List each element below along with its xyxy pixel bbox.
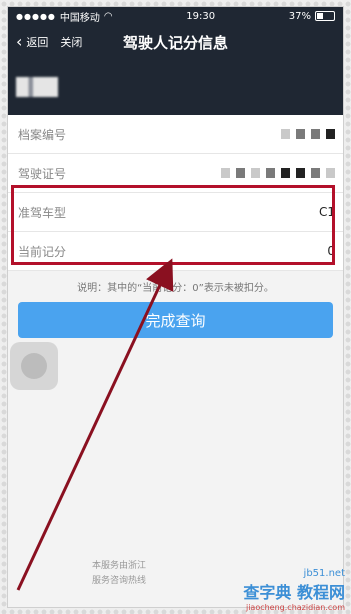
row-license-number: 驾驶证号 <box>8 154 343 193</box>
battery-fill <box>316 13 323 19</box>
battery-icon <box>314 11 335 21</box>
watermark-url: jiaocheng.chazidian.com <box>245 603 345 612</box>
assistive-touch-icon <box>21 353 47 379</box>
clock: 19:30 <box>186 10 216 22</box>
note-text: 说明：其中的“当前记分：0”表示未被扣分。 <box>77 283 274 294</box>
watermark: jb51.net 查字典 教程网 jiaocheng.chazidian.com <box>243 568 345 612</box>
row-current-points: 当前记分 0 <box>8 232 343 271</box>
status-bar: ●●●●● 中国移动 ◠ 19:30 37% <box>8 7 343 25</box>
finish-query-button[interactable]: 完成查询 <box>18 302 333 338</box>
row-label: 准驾车型 <box>18 205 67 220</box>
battery-percent: 37% <box>288 10 311 22</box>
row-label: 当前记分 <box>18 244 67 259</box>
close-button[interactable]: 关闭 <box>60 34 82 50</box>
masked-value <box>281 129 335 139</box>
info-list: 档案编号 驾驶证号 准驾车型 C1 当前记分 0 <box>8 115 343 271</box>
row-label: 驾驶证号 <box>18 166 67 181</box>
row-vehicle-class: 准驾车型 C1 <box>8 193 343 232</box>
page-title: 驾驶人记分信息 <box>122 33 228 52</box>
row-label: 档案编号 <box>18 127 67 142</box>
back-label: 返回 <box>26 36 49 49</box>
assistive-touch-button[interactable] <box>10 342 58 390</box>
wifi-icon: ◠ <box>103 10 113 22</box>
watermark-site: jb51.net <box>303 568 345 579</box>
status-left: ●●●●● 中国移动 ◠ <box>16 9 113 24</box>
signal-icon: ●●●●● <box>16 11 56 21</box>
phone-screen: ●●●●● 中国移动 ◠ 19:30 37% ‹ 返回 关闭 驾驶人记分信息 档… <box>8 7 343 607</box>
status-right: 37% <box>289 11 335 22</box>
masked-name <box>16 77 58 97</box>
watermark-title: 查字典 教程网 <box>243 583 345 602</box>
back-button[interactable]: ‹ 返回 <box>8 34 48 50</box>
profile-header <box>8 59 343 115</box>
chevron-left-icon: ‹ <box>16 32 23 51</box>
current-points-value: 0 <box>327 244 335 258</box>
masked-value <box>221 168 335 178</box>
carrier-label: 中国移动 <box>59 12 100 24</box>
row-file-number: 档案编号 <box>8 115 343 154</box>
nav-bar: ‹ 返回 关闭 驾驶人记分信息 <box>8 25 343 59</box>
vehicle-class-value: C1 <box>318 205 335 219</box>
